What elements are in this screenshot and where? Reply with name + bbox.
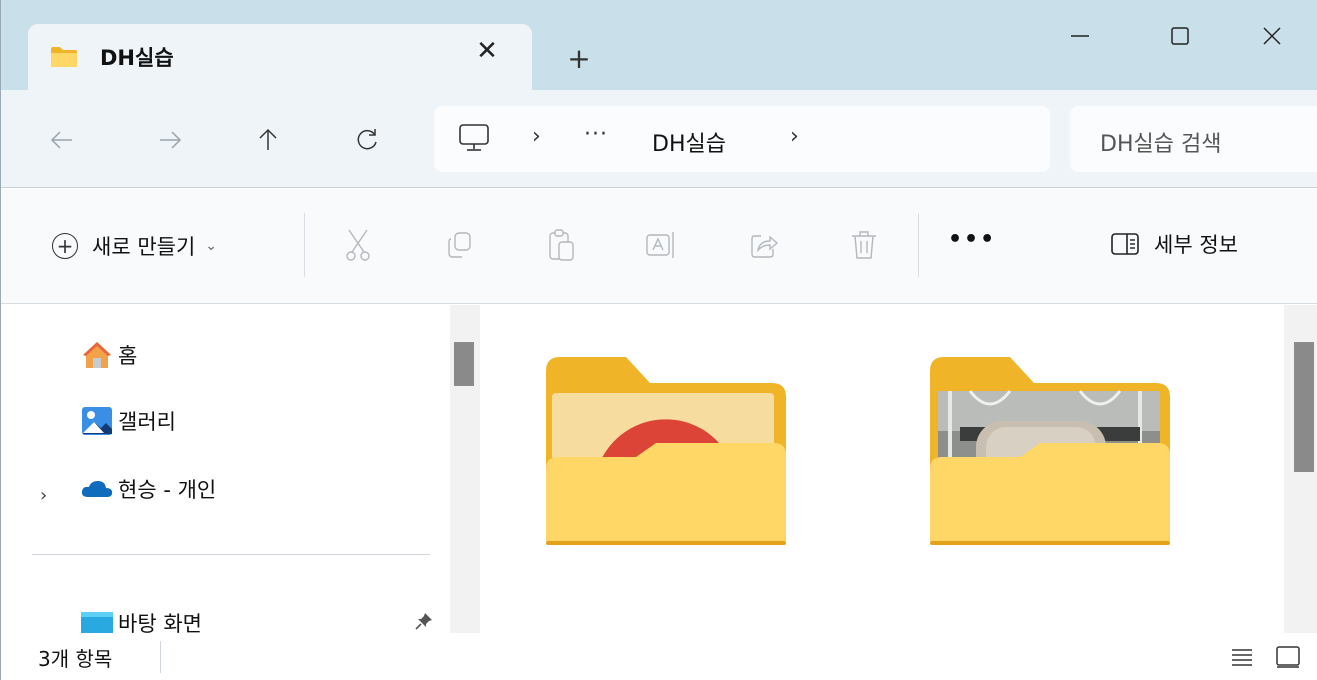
details-pane-label: 세부 정보 [1154, 233, 1238, 257]
copy-button[interactable] [442, 227, 478, 263]
delete-icon [852, 231, 876, 259]
details-pane-button[interactable]: 세부 정보 [1110, 229, 1238, 259]
sidebar-item-label: 홈 [118, 344, 138, 368]
arrow-left-icon [50, 131, 72, 149]
folder-icon [51, 47, 77, 67]
pin-icon[interactable] [414, 611, 434, 631]
cut-icon [346, 229, 370, 261]
folder-chrome-icon [546, 357, 786, 545]
back-button[interactable] [42, 120, 82, 160]
breadcrumb-overflow-button[interactable]: ··· [584, 122, 608, 147]
command-divider [304, 213, 305, 277]
sidebar-item-label: 현승 - 개인 [118, 478, 217, 502]
rename-icon [646, 232, 674, 258]
paste-icon [549, 229, 574, 261]
tab-title: DH실습 [100, 46, 174, 70]
file-list: css imgs [484, 305, 1284, 671]
rename-button[interactable] [644, 227, 680, 263]
file-explorer-window: DH실습 ✕ + › ··· DH실습 › DH실습 검색 + 새로 만들기 ⌄… [0, 0, 1317, 680]
title-bar: DH실습 ✕ + [0, 0, 1317, 90]
new-button-label: 새로 만들기 [92, 235, 196, 259]
content-scrollbar-thumb[interactable] [1294, 342, 1314, 472]
search-box[interactable]: DH실습 검색 [1070, 106, 1317, 172]
sidebar-scrollbar-thumb[interactable] [454, 342, 474, 386]
close-window-button[interactable] [1250, 14, 1294, 58]
list-view-icon [1232, 649, 1252, 666]
tab-close-button[interactable]: ✕ [472, 36, 502, 66]
minimize-button[interactable] [1058, 14, 1102, 58]
share-button[interactable] [746, 227, 782, 263]
this-pc-icon [459, 124, 489, 151]
sidebar-item-onedrive[interactable]: 현승 - 개인 [80, 469, 216, 509]
sidebar-item-gallery[interactable]: 갤러리 [80, 401, 176, 441]
delete-button[interactable] [846, 227, 882, 263]
arrow-up-icon [259, 128, 277, 150]
command-divider-2 [918, 213, 919, 277]
navigation-pane: 홈 갤러리 › 현승 - 개인 바탕 화면 [0, 305, 450, 636]
tab-dh-practice[interactable]: DH실습 ✕ [28, 24, 532, 90]
breadcrumb-separator[interactable]: › [532, 124, 541, 149]
share-icon [751, 235, 779, 258]
new-tab-button[interactable]: + [562, 42, 596, 76]
refresh-icon [357, 129, 377, 150]
copy-icon [448, 232, 471, 258]
maximize-icon [1171, 27, 1189, 45]
search-placeholder: DH실습 검색 [1100, 132, 1222, 157]
status-bar: 3개 항목 [0, 633, 1317, 680]
up-button[interactable] [248, 120, 288, 160]
sidebar-item-home[interactable]: 홈 [80, 335, 137, 375]
status-divider [160, 641, 161, 673]
details-pane-icon [1111, 233, 1139, 255]
add-circle-icon: + [52, 233, 78, 259]
folder-photo-icon [930, 357, 1170, 545]
address-bar[interactable]: › ··· DH실습 › [434, 106, 1050, 172]
maximize-button[interactable] [1158, 14, 1202, 58]
command-bar: + 새로 만들기 ⌄ ••• 세부 정보 [0, 189, 1317, 304]
sidebar-item-label: 갤러리 [118, 410, 176, 434]
close-icon [1263, 27, 1281, 45]
tiles-view-button[interactable] [1274, 643, 1302, 671]
onedrive-icon [81, 481, 113, 497]
item-count: 3개 항목 [38, 647, 113, 671]
cut-button[interactable] [340, 227, 376, 263]
gallery-icon [82, 407, 112, 435]
new-button[interactable]: + 새로 만들기 ⌄ [52, 229, 217, 263]
folder-item-css[interactable]: css [546, 357, 786, 680]
forward-button[interactable] [150, 120, 190, 160]
folder-item-imgs[interactable]: imgs [930, 357, 1170, 680]
chevron-down-icon: ⌄ [205, 238, 218, 254]
minimize-icon [1071, 35, 1089, 37]
expand-chevron-icon[interactable]: › [40, 485, 47, 506]
sidebar-divider [32, 554, 430, 555]
details-view-button[interactable] [1228, 643, 1256, 671]
home-icon [83, 342, 111, 368]
more-options-button[interactable]: ••• [948, 227, 996, 252]
paste-button[interactable] [544, 227, 580, 263]
address-toolbar: › ··· DH실습 › DH실습 검색 [0, 90, 1317, 188]
breadcrumb-separator-end[interactable]: › [790, 124, 799, 149]
refresh-button[interactable] [348, 120, 388, 160]
breadcrumb-current-folder[interactable]: DH실습 [652, 126, 726, 158]
tiles-view-icon [1276, 646, 1300, 668]
arrow-right-icon [160, 131, 182, 149]
